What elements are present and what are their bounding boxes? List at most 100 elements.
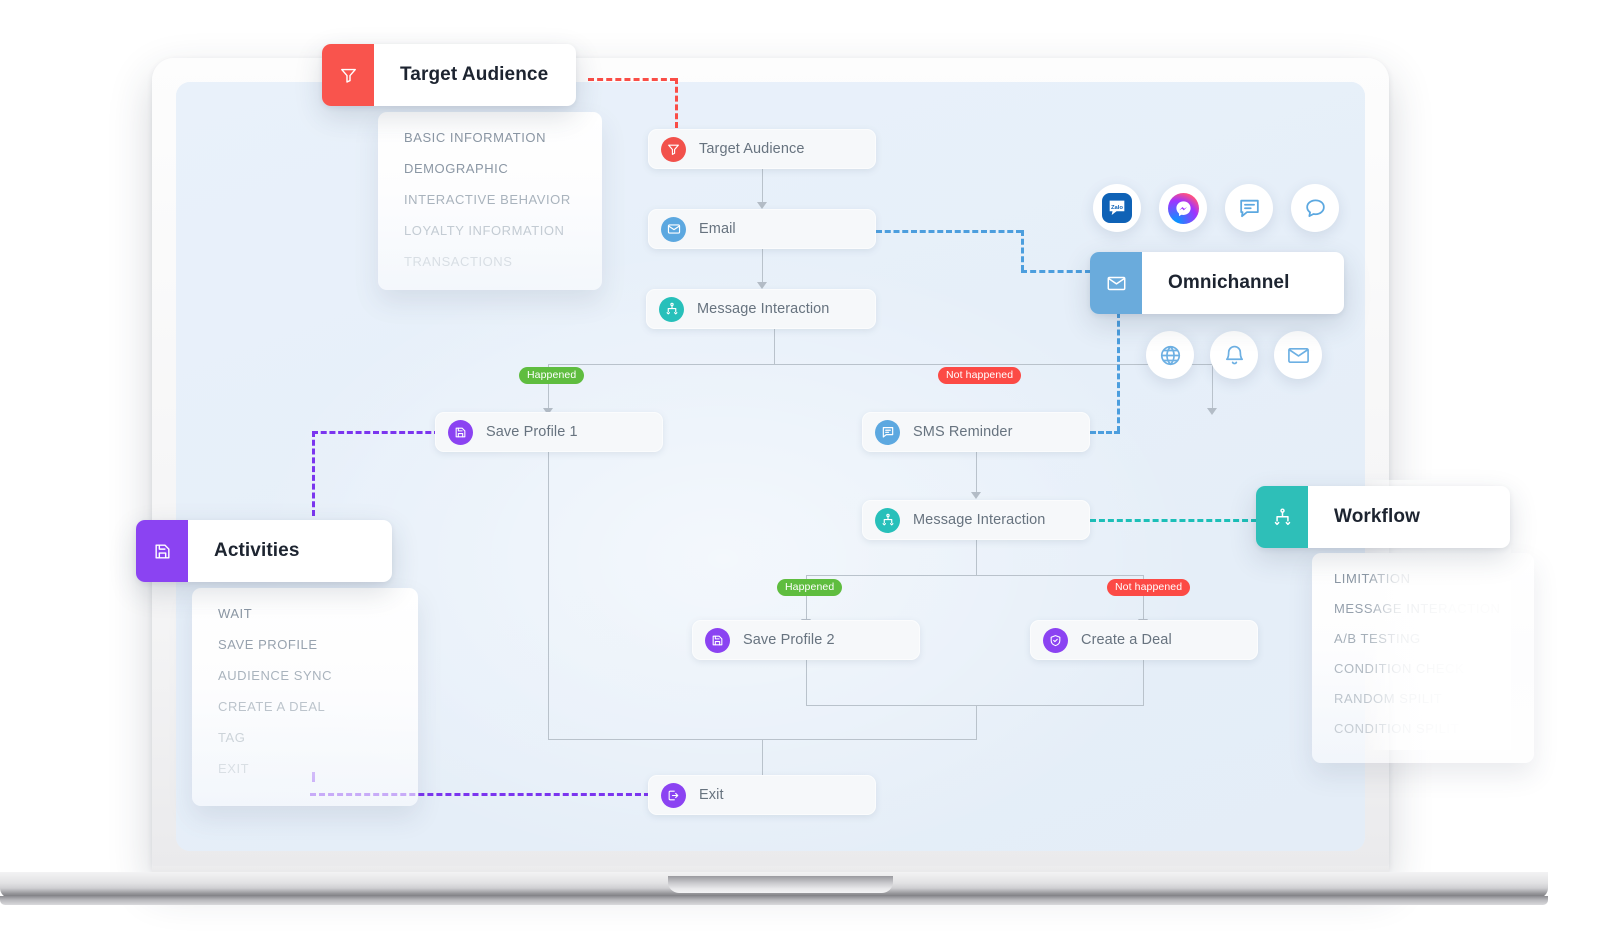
connector-merge-right-down bbox=[1143, 658, 1145, 706]
flow-node-label: Save Profile 2 bbox=[743, 632, 835, 648]
sms-icon bbox=[875, 419, 900, 445]
branch-badge-not-happened-2: Not happened bbox=[1107, 579, 1191, 596]
menu-item-exit[interactable]: EXIT bbox=[218, 761, 418, 776]
messenger-icon[interactable] bbox=[1159, 184, 1207, 232]
laptop-base-foot bbox=[0, 896, 1548, 905]
menu-item-demographic[interactable]: DEMOGRAPHIC bbox=[404, 161, 602, 176]
menu-item-basic-information[interactable]: BASIC INFORMATION bbox=[404, 130, 602, 145]
flow-node-target-audience[interactable]: Target Audience bbox=[648, 129, 876, 169]
dashed-blue-h2 bbox=[1021, 270, 1091, 273]
menu-item-save-profile[interactable]: SAVE PROFILE bbox=[218, 637, 418, 652]
connector-mi1-down bbox=[774, 327, 776, 365]
arrowhead bbox=[757, 202, 767, 209]
connector-target-to-email bbox=[762, 167, 764, 204]
flow-node-sms-reminder[interactable]: SMS Reminder bbox=[862, 412, 1090, 452]
chat-bubble-lines-icon[interactable] bbox=[1225, 184, 1273, 232]
menu-item-wait[interactable]: WAIT bbox=[218, 606, 418, 621]
envelope-icon bbox=[1090, 252, 1142, 314]
dashed-blue-v2 bbox=[1117, 312, 1120, 432]
dashed-purple-h1 bbox=[312, 431, 440, 434]
dashed-blue-h3 bbox=[1090, 431, 1120, 434]
connector-save1-down bbox=[548, 450, 550, 740]
menu-item-transactions[interactable]: TRANSACTIONS bbox=[404, 254, 602, 269]
flow-node-message-interaction-2[interactable]: Message Interaction bbox=[862, 500, 1090, 540]
target-audience-menu: BASIC INFORMATION DEMOGRAPHIC INTERACTIV… bbox=[378, 112, 602, 290]
workflow-menu: LIMITATION MESSAGE INTERACTION A/B TESTI… bbox=[1312, 553, 1534, 763]
flow-node-email[interactable]: Email bbox=[648, 209, 876, 249]
flow-node-label: Message Interaction bbox=[913, 512, 1046, 528]
flow-node-label: SMS Reminder bbox=[913, 424, 1013, 440]
split-icon bbox=[875, 507, 900, 533]
menu-item-ab-testing[interactable]: A/B TESTING bbox=[1334, 631, 1534, 646]
menu-item-audience-sync[interactable]: AUDIENCE SYNC bbox=[218, 668, 418, 683]
dashed-purple-v1 bbox=[312, 431, 315, 516]
connector-sms-to-mi2 bbox=[976, 450, 978, 495]
chat-bubble-icon[interactable] bbox=[1291, 184, 1339, 232]
arrowhead bbox=[1207, 408, 1217, 415]
flow-node-save-profile-2[interactable]: Save Profile 2 bbox=[692, 620, 920, 660]
save-icon bbox=[705, 627, 730, 653]
branch-badge-not-happened-1: Not happened bbox=[938, 367, 1022, 384]
menu-item-message-interaction[interactable]: MESSAGE INTERACTION bbox=[1334, 601, 1534, 616]
connector-to-exit bbox=[762, 739, 764, 775]
menu-item-limitation[interactable]: LIMITATION bbox=[1334, 571, 1534, 586]
arrowhead bbox=[757, 282, 767, 289]
connector-split-bar-1 bbox=[548, 364, 1213, 366]
panel-omnichannel[interactable]: Omnichannel bbox=[1090, 252, 1344, 314]
panel-title-target-audience: Target Audience bbox=[400, 64, 549, 85]
flow-node-label: Save Profile 1 bbox=[486, 424, 578, 440]
panel-activities[interactable]: Activities bbox=[136, 520, 392, 582]
flow-node-exit[interactable]: Exit bbox=[648, 775, 876, 815]
panel-title-omnichannel: Omnichannel bbox=[1168, 272, 1290, 293]
panel-title-workflow: Workflow bbox=[1334, 506, 1420, 527]
messenger-logo bbox=[1167, 192, 1199, 224]
deal-icon bbox=[1043, 627, 1068, 653]
flow-node-label: Message Interaction bbox=[697, 301, 830, 317]
dashed-red-horizontal bbox=[588, 78, 676, 81]
envelope-icon[interactable] bbox=[1274, 331, 1322, 379]
save-icon bbox=[448, 419, 473, 445]
flow-node-save-profile-1[interactable]: Save Profile 1 bbox=[435, 412, 663, 452]
connector-merge-down bbox=[976, 705, 978, 740]
flow-node-create-a-deal[interactable]: Create a Deal bbox=[1030, 620, 1258, 660]
panel-title-activities: Activities bbox=[214, 540, 300, 561]
funnel-icon bbox=[322, 44, 374, 106]
menu-item-tag[interactable]: TAG bbox=[218, 730, 418, 745]
exit-icon bbox=[661, 782, 686, 808]
connector-to-sms-reminder bbox=[1212, 364, 1214, 412]
connector-merge-bar bbox=[806, 705, 1144, 707]
screenshot-root: Target Audience Email Message Interactio… bbox=[0, 0, 1600, 946]
flow-node-label: Email bbox=[699, 221, 736, 237]
split-icon bbox=[659, 296, 684, 322]
bell-icon[interactable] bbox=[1210, 331, 1258, 379]
menu-item-interactive-behavior[interactable]: INTERACTIVE BEHAVIOR bbox=[404, 192, 602, 207]
menu-item-condition-check[interactable]: CONDITION CHECK bbox=[1334, 661, 1534, 676]
menu-item-random-spilit[interactable]: RANDOM SPILIT bbox=[1334, 691, 1534, 706]
dashed-red-vertical bbox=[675, 78, 678, 128]
flow-node-label: Target Audience bbox=[699, 141, 805, 157]
menu-item-condition-spilit[interactable]: CONDITION SPILIT bbox=[1334, 721, 1534, 736]
zalo-logo: Zalo bbox=[1102, 193, 1132, 223]
dashed-blue-h1 bbox=[876, 230, 1022, 233]
flow-node-label: Create a Deal bbox=[1081, 632, 1172, 648]
connector-split-bar-2 bbox=[806, 575, 1144, 577]
connector-mi2-down bbox=[976, 538, 978, 576]
split-icon bbox=[1256, 486, 1308, 548]
connector-email-to-mi1 bbox=[762, 247, 764, 284]
svg-text:Zalo: Zalo bbox=[1111, 205, 1123, 211]
dashed-teal-h1 bbox=[1090, 519, 1257, 522]
dashed-blue-v1 bbox=[1021, 230, 1024, 271]
save-icon bbox=[136, 520, 188, 582]
globe-icon[interactable] bbox=[1146, 331, 1194, 379]
menu-item-loyalty-information[interactable]: LOYALTY INFORMATION bbox=[404, 223, 602, 238]
arrowhead bbox=[971, 492, 981, 499]
envelope-icon bbox=[661, 216, 686, 242]
zalo-icon[interactable]: Zalo bbox=[1093, 184, 1141, 232]
branch-badge-happened-2: Happened bbox=[777, 579, 843, 596]
activities-menu: WAIT SAVE PROFILE AUDIENCE SYNC CREATE A… bbox=[192, 588, 418, 806]
panel-target-audience[interactable]: Target Audience bbox=[322, 44, 576, 106]
panel-workflow[interactable]: Workflow bbox=[1256, 486, 1510, 548]
menu-item-create-a-deal[interactable]: CREATE A DEAL bbox=[218, 699, 418, 714]
flow-node-message-interaction-1[interactable]: Message Interaction bbox=[646, 289, 876, 329]
funnel-icon bbox=[661, 136, 686, 162]
